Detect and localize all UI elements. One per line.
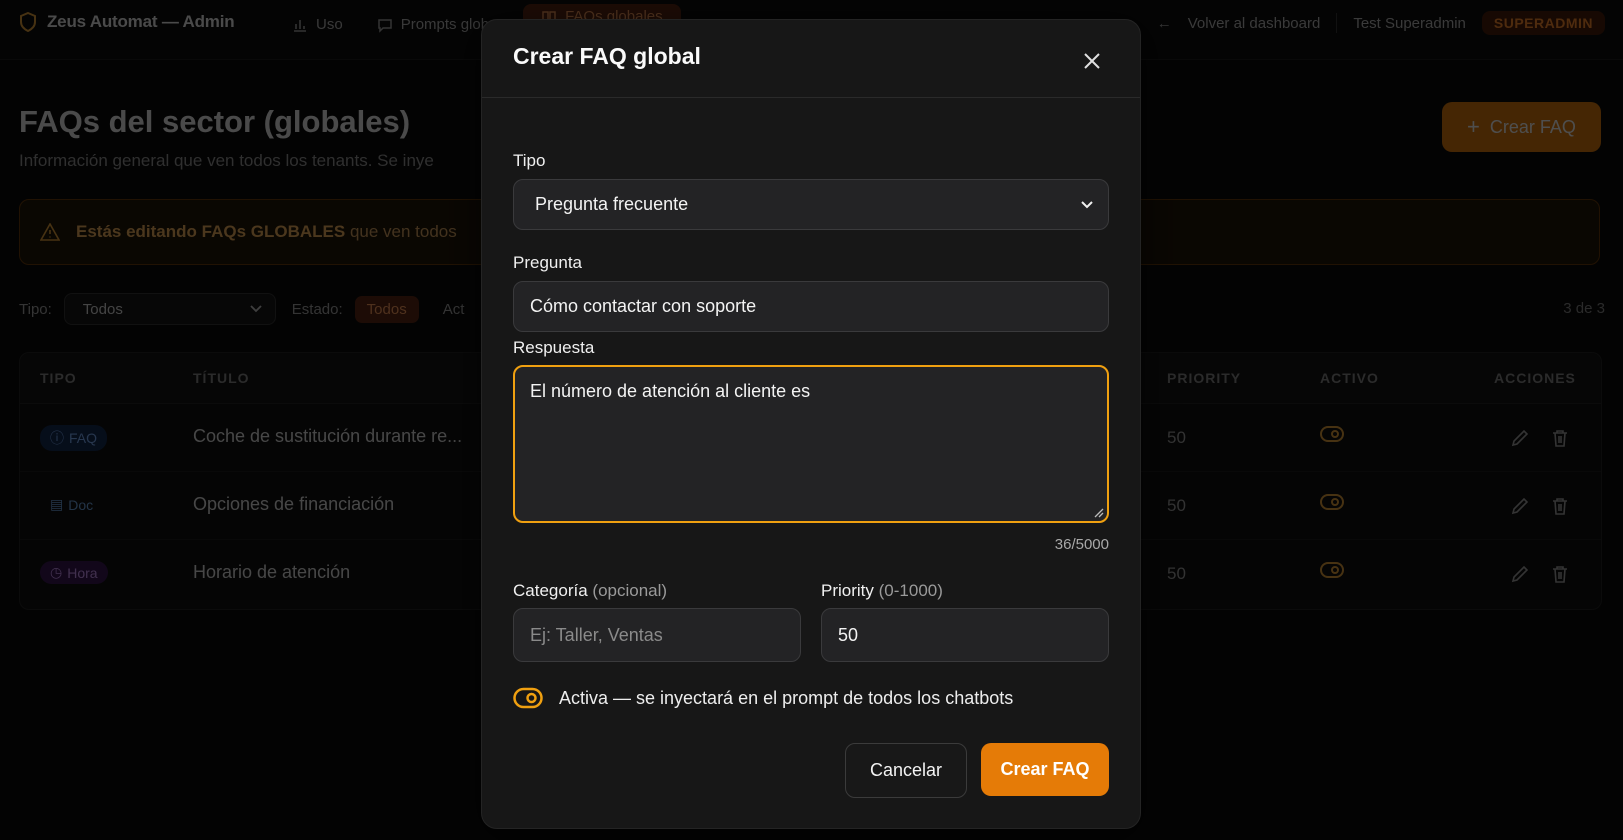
- respuesta-label: Respuesta: [513, 338, 595, 357]
- char-counter: 36/5000: [1054, 536, 1109, 553]
- cancel-button[interactable]: Cancelar: [845, 743, 967, 798]
- priority-input[interactable]: 50: [821, 608, 1109, 662]
- categoria-label-text: Categoría: [513, 581, 588, 600]
- submit-button[interactable]: Crear FAQ: [981, 743, 1109, 796]
- categoria-placeholder: Ej: Taller, Ventas: [530, 624, 663, 645]
- respuesta-value: El número de atención al cliente es: [530, 381, 811, 401]
- modal-title: Crear FAQ global: [513, 43, 701, 69]
- tipo-select[interactable]: Pregunta frecuente: [513, 179, 1109, 230]
- modal-header: Crear FAQ global: [482, 20, 1140, 98]
- priority-label: Priority (0-1000): [821, 581, 943, 601]
- activa-label: Activa — se inyectará en el prompt de to…: [559, 687, 1014, 708]
- categoria-label: Categoría (opcional): [513, 581, 667, 601]
- categoria-hint: (opcional): [592, 581, 668, 600]
- categoria-input[interactable]: Ej: Taller, Ventas: [513, 608, 801, 662]
- respuesta-textarea[interactable]: El número de atención al cliente es: [513, 365, 1109, 523]
- resize-handle-icon[interactable]: [1092, 506, 1104, 518]
- pregunta-input[interactable]: Cómo contactar con soporte: [513, 281, 1109, 332]
- toggle-on-icon[interactable]: [513, 687, 543, 709]
- close-button[interactable]: [1077, 46, 1107, 76]
- create-faq-modal: Crear FAQ global Tipo Pregunta frecuente…: [481, 19, 1141, 829]
- tipo-label: Tipo: [513, 151, 546, 170]
- priority-hint: (0-1000): [878, 581, 943, 600]
- activa-toggle-row: Activa — se inyectará en el prompt de to…: [513, 687, 1013, 709]
- pregunta-label: Pregunta: [513, 253, 582, 272]
- tipo-value: Pregunta frecuente: [535, 194, 689, 214]
- close-icon: [1084, 53, 1100, 69]
- priority-label-text: Priority: [821, 581, 874, 600]
- chevron-down-icon: [1081, 200, 1093, 208]
